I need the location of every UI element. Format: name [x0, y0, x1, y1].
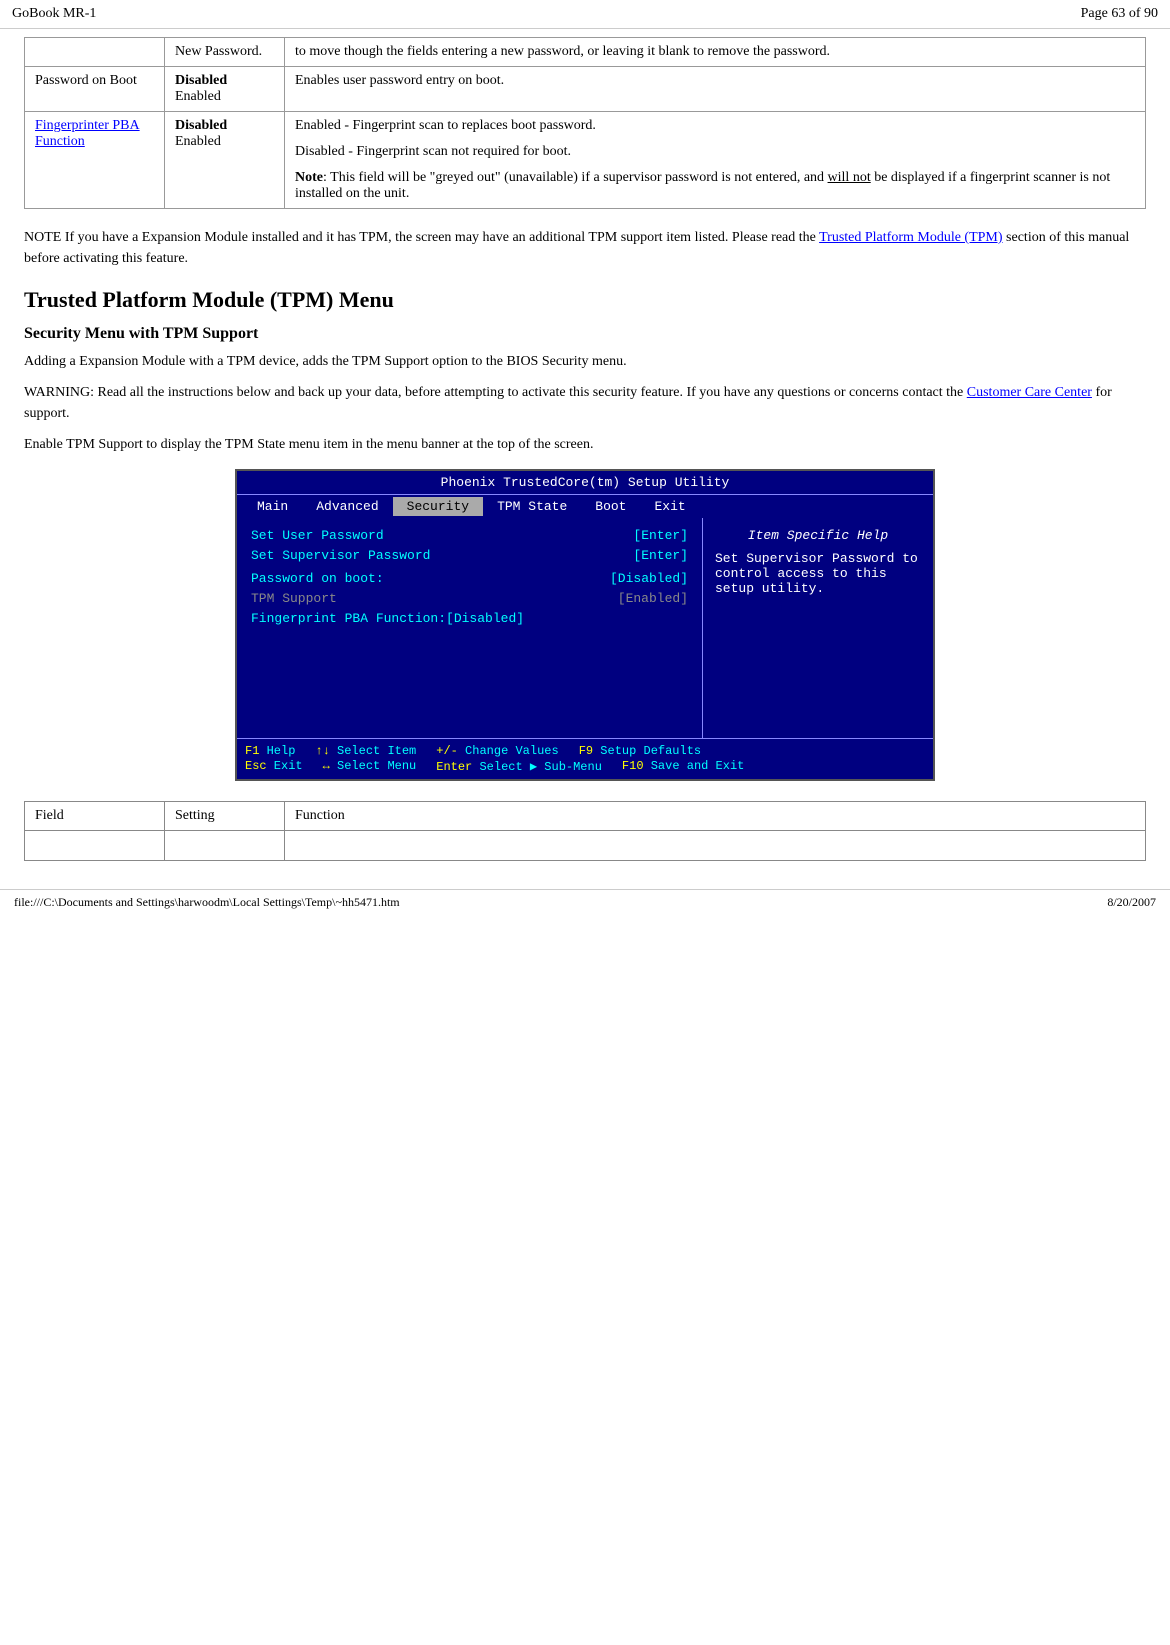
bios-menu-boot[interactable]: Boot: [581, 497, 640, 516]
page-header: GoBook MR-1 Page 63 of 90: [0, 0, 1170, 29]
bios-menu-tpmstate[interactable]: TPM State: [483, 497, 581, 516]
col-header-function: Function: [285, 802, 1146, 831]
bios-help-title: Item Specific Help: [715, 528, 921, 543]
bios-item-label: TPM Support: [251, 591, 608, 606]
bios-esc: Esc Exit: [245, 759, 303, 774]
para2: WARNING: Read all the instructions below…: [24, 382, 1146, 424]
table-row-empty: [25, 831, 1146, 861]
bios-f9: F9 Setup Defaults: [579, 744, 701, 758]
bios-plusminus: +/- Change Values: [436, 744, 558, 758]
bios-item-row-greyed: TPM Support [Enabled]: [251, 591, 688, 606]
fingerprinter-pba-link[interactable]: Fingerprinter PBA Function: [35, 118, 140, 149]
bios-title: Phoenix TrustedCore(tm) Setup Utility: [237, 471, 933, 495]
bios-menu-exit[interactable]: Exit: [641, 497, 700, 516]
page-header-right: Page 63 of 90: [1081, 6, 1158, 22]
footer-path: file:///C:\Documents and Settings\harwoo…: [14, 895, 400, 910]
table-row: Fingerprinter PBA Function Disabled Enab…: [25, 112, 1146, 209]
bios-f1: F1 Help: [245, 744, 295, 758]
table-header-row: Field Setting Function: [25, 802, 1146, 831]
footer-date: 8/20/2007: [1107, 895, 1156, 910]
bios-main-panel: Set User Password [Enter] Set Supervisor…: [237, 518, 703, 738]
bios-item-row: Set Supervisor Password [Enter]: [251, 548, 688, 563]
bios-item-value: [Enter]: [633, 548, 688, 563]
table-row: Password on Boot Disabled Enabled Enable…: [25, 67, 1146, 112]
page-footer: file:///C:\Documents and Settings\harwoo…: [0, 889, 1170, 915]
setting-enabled: Enabled: [175, 89, 221, 104]
table-cell-function: to move though the fields entering a new…: [285, 38, 1146, 67]
bios-screen: Phoenix TrustedCore(tm) Setup Utility Ma…: [235, 469, 935, 781]
table-cell-empty: [25, 831, 165, 861]
tpm-link[interactable]: Trusted Platform Module (TPM): [819, 230, 1002, 245]
bios-item-label: Set User Password: [251, 528, 623, 543]
table-cell-empty: [165, 831, 285, 861]
top-table: New Password. to move though the fields …: [24, 37, 1146, 209]
main-content: New Password. to move though the fields …: [0, 29, 1170, 877]
table-cell-function: Enables user password entry on boot.: [285, 67, 1146, 112]
col-header-setting: Setting: [165, 802, 285, 831]
bios-footer: F1 Help ↑↓ Select Item +/- Change Values…: [237, 738, 933, 779]
para1: Adding a Expansion Module with a TPM dev…: [24, 351, 1146, 372]
setting-enabled2: Enabled: [175, 134, 221, 149]
table-cell-setting: Disabled Enabled: [165, 112, 285, 209]
setting-disabled: Disabled: [175, 73, 227, 88]
bios-menu-advanced[interactable]: Advanced: [302, 497, 392, 516]
bios-menu-bar: Main Advanced Security TPM State Boot Ex…: [237, 495, 933, 518]
bios-item-row: Set User Password [Enter]: [251, 528, 688, 543]
bios-fingerprint-row: Fingerprint PBA Function:[Disabled]: [251, 611, 688, 626]
bios-body: Set User Password [Enter] Set Supervisor…: [237, 518, 933, 738]
bios-item-row: Password on boot: [Disabled]: [251, 571, 688, 586]
setting-disabled2: Disabled: [175, 118, 227, 133]
table-cell-empty: [285, 831, 1146, 861]
customer-care-link[interactable]: Customer Care Center: [967, 385, 1092, 400]
table-cell-field: [25, 38, 165, 67]
bottom-table: Field Setting Function: [24, 801, 1146, 861]
page-header-left: GoBook MR-1: [12, 6, 96, 22]
bios-enter: Enter Select ▶ Sub-Menu: [436, 759, 602, 774]
table-cell-setting: Disabled Enabled: [165, 67, 285, 112]
bios-footer-row2: Esc Exit ↔ Select Menu Enter Select ▶ Su…: [245, 759, 925, 774]
bios-item-value: [Disabled]: [610, 571, 688, 586]
bios-menu-security[interactable]: Security: [393, 497, 483, 516]
bios-item-value: [Enabled]: [618, 591, 688, 606]
note-paragraph: NOTE If you have a Expansion Module inst…: [24, 227, 1146, 269]
bios-help-text: Set Supervisor Password to control acces…: [715, 551, 921, 596]
bios-updown: ↑↓ Select Item: [315, 744, 416, 758]
bios-item-label: Set Supervisor Password: [251, 548, 623, 563]
table-cell-field: Fingerprinter PBA Function: [25, 112, 165, 209]
table-cell-setting: New Password.: [165, 38, 285, 67]
para2-prefix: WARNING: Read all the instructions below…: [24, 385, 967, 400]
bios-item-value: [Enter]: [633, 528, 688, 543]
bios-f10: F10 Save and Exit: [622, 759, 744, 774]
table-row: New Password. to move though the fields …: [25, 38, 1146, 67]
bios-leftright: ↔ Select Menu: [323, 759, 417, 774]
table-cell-function: Enabled - Fingerprint scan to replaces b…: [285, 112, 1146, 209]
table-cell-field: Password on Boot: [25, 67, 165, 112]
section-title: Trusted Platform Module (TPM) Menu: [24, 287, 1146, 313]
col-header-field: Field: [25, 802, 165, 831]
bios-item-label: Password on boot:: [251, 571, 600, 586]
bios-menu-main[interactable]: Main: [243, 497, 302, 516]
subsection-title: Security Menu with TPM Support: [24, 325, 1146, 343]
para3: Enable TPM Support to display the TPM St…: [24, 434, 1146, 455]
bios-help-panel: Item Specific Help Set Supervisor Passwo…: [703, 518, 933, 738]
bios-footer-row1: F1 Help ↑↓ Select Item +/- Change Values…: [245, 744, 925, 758]
